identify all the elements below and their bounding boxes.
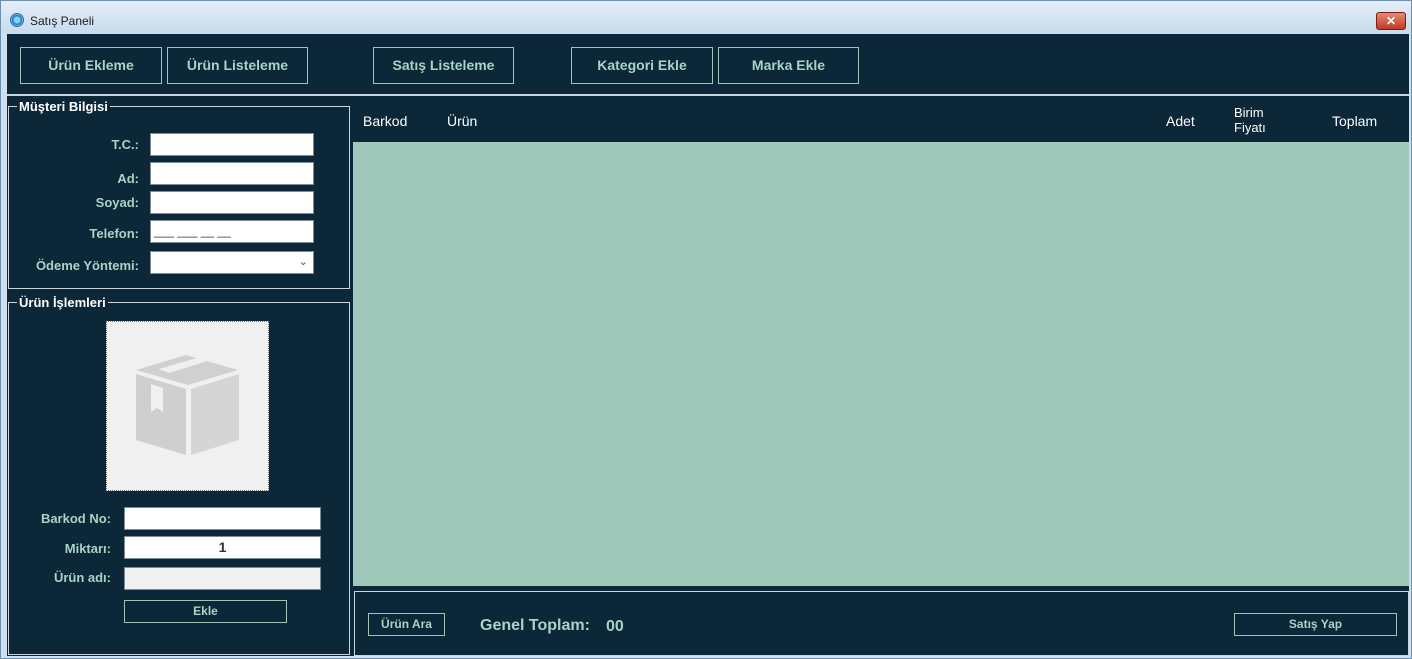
top-nav: Ürün Ekleme Ürün Listeleme Satış Listele… — [7, 34, 1409, 96]
tc-label: T.C.: — [111, 137, 139, 152]
close-button[interactable]: ✕ — [1376, 12, 1406, 30]
customer-info-title: Müşteri Bilgisi — [17, 99, 110, 114]
nav-button-kategori-ekle[interactable]: Kategori Ekle — [571, 47, 713, 84]
chevron-down-icon: ⌄ — [298, 256, 308, 268]
nav-button-marka-ekle[interactable]: Marka Ekle — [718, 47, 859, 84]
box-icon — [136, 355, 239, 455]
tc-input[interactable] — [150, 133, 314, 156]
nav-button-urun-listeleme[interactable]: Ürün Listeleme — [167, 47, 308, 84]
product-operations-title: Ürün İşlemleri — [17, 295, 108, 310]
grand-total-value: 00 — [606, 618, 624, 635]
customer-info-group: Müşteri Bilgisi T.C.: Ad: Soyad: Telefon… — [8, 99, 350, 289]
name-label: Ad: — [117, 171, 139, 186]
product-name-input[interactable] — [124, 567, 321, 590]
payment-method-select[interactable]: ⌄ — [150, 251, 314, 274]
product-name-label: Ürün adı: — [53, 570, 111, 585]
column-header-toplam[interactable]: Toplam — [1332, 113, 1377, 129]
grand-total-label: Genel Toplam: — [480, 617, 590, 634]
column-header-barkod[interactable]: Barkod — [363, 113, 407, 129]
search-product-button[interactable]: Ürün Ara — [368, 613, 445, 636]
column-header-birim-fiyati[interactable]: Birim Fiyatı — [1234, 105, 1284, 135]
name-input[interactable] — [150, 162, 314, 185]
barcode-input[interactable] — [124, 507, 321, 530]
nav-button-urun-ekleme[interactable]: Ürün Ekleme — [20, 47, 162, 84]
make-sale-button[interactable]: Satış Yap — [1234, 613, 1397, 636]
quantity-input[interactable]: 1 — [124, 536, 321, 559]
nav-button-satis-listeleme[interactable]: Satış Listeleme — [373, 47, 514, 84]
title-bar[interactable]: Satış Paneli ✕ — [1, 1, 1411, 33]
app-window: Satış Paneli ✕ Ürün Ekleme Ürün Listelem… — [0, 0, 1412, 659]
window-title: Satış Paneli — [30, 14, 95, 28]
phone-input[interactable]: ___ ___ __ __ — [150, 220, 314, 243]
phone-label: Telefon: — [89, 226, 139, 241]
column-header-adet[interactable]: Adet — [1166, 113, 1195, 129]
payment-method-label: Ödeme Yöntemi: — [35, 258, 139, 273]
surname-input[interactable] — [150, 191, 314, 214]
grid-header: Barkod Ürün Adet Birim Fiyatı Toplam — [353, 98, 1409, 142]
quantity-label: Miktarı: — [64, 541, 111, 556]
sales-grid[interactable]: Barkod Ürün Adet Birim Fiyatı Toplam — [353, 98, 1409, 586]
app-icon — [10, 13, 24, 27]
product-image — [106, 321, 269, 491]
add-product-button[interactable]: Ekle — [124, 600, 287, 623]
surname-label: Soyad: — [95, 195, 139, 210]
barcode-label: Barkod No: — [40, 511, 111, 526]
column-header-urun[interactable]: Ürün — [447, 113, 477, 129]
footer-panel: Ürün Ara Genel Toplam: 00 Satış Yap — [354, 591, 1409, 656]
client-area: Ürün Ekleme Ürün Listeleme Satış Listele… — [7, 34, 1409, 656]
